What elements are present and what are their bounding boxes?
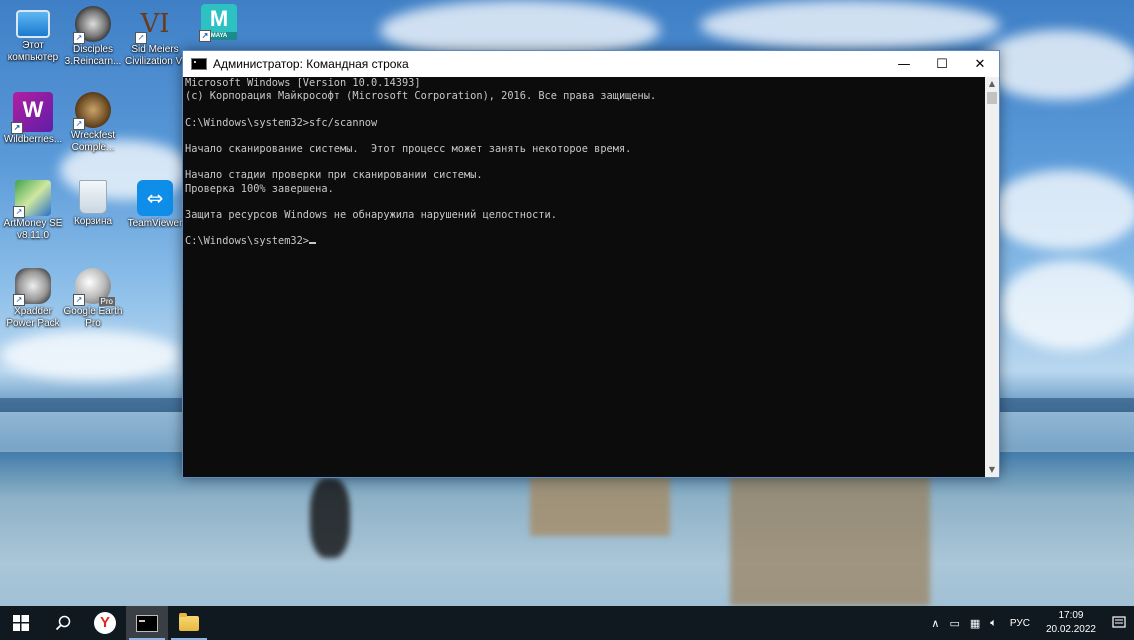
command-prompt-taskbar-button[interactable] [126,606,168,640]
artmoney-icon: ↗ [13,180,51,218]
console-output[interactable]: Microsoft Windows [Version 10.0.14393] (c… [183,77,985,477]
desktop-icon-maya[interactable]: M MAYA ↗ [186,4,252,42]
cmd-icon [136,614,158,632]
yandex-browser-button[interactable]: Y [84,606,126,640]
desktop-icon-label: Disciples 3.Reincarn... [64,44,122,67]
desktop-icon-label: Корзина [73,216,113,227]
desktop-icon-label: ArtMoney SE v8.11.0 [3,218,63,241]
desktop-icon-label: Wildberries... [3,134,63,145]
console-line: Начало сканирование системы. Этот процес… [185,142,632,155]
cmd-icon [191,58,207,70]
desktop-icon-teamviewer[interactable]: ⇔ TeamViewer [122,180,188,230]
desktop-icon-disciples[interactable]: ↗ Disciples 3.Reincarn... [60,6,126,68]
action-center-button[interactable] [1104,606,1134,640]
google-earth-pro-icon: Pro ↗ [73,268,115,306]
folder-icon [179,612,199,631]
desktop-icon-artmoney[interactable]: ↗ ArtMoney SE v8.11.0 [0,180,66,242]
window-title: Администратор: Командная строка [213,57,409,71]
console-line: Начало стадии проверки при сканировании … [185,169,483,182]
windows-logo-icon [13,615,29,631]
scroll-up-arrow-icon[interactable]: ▲ [985,77,999,91]
wildberries-icon: W ↗ [11,92,53,134]
maximize-button[interactable]: ☐ [923,51,961,77]
scroll-thumb[interactable] [987,92,997,104]
teamviewer-icon: ⇔ [137,180,173,216]
console-line: Защита ресурсов Windows не обнаружила на… [185,208,557,221]
wreckfest-game-icon: ↗ [73,92,111,130]
clock[interactable]: 17:09 20.02.2022 [1038,609,1104,637]
desktop-icon-civilization[interactable]: VI ↗ Sid Meiers Civilization VI [122,6,188,68]
console-line: C:\Windows\system32>sfc/scannow [185,116,378,129]
desktop-icon-wreckfest[interactable]: ↗ Wreckfest Comple... [60,92,126,154]
desktop-icon-xpadder[interactable]: ↗ Xpadder Power Pack [0,268,66,330]
title-bar[interactable]: Администратор: Командная строка — ☐ ✕ [183,51,999,77]
desktop-icon-label: TeamViewer [127,218,183,229]
civilization-game-icon: VI ↗ [135,6,173,44]
start-button[interactable] [0,606,42,640]
desktop-icon-google-earth[interactable]: Pro ↗ Google Earth Pro [60,268,126,330]
vertical-scrollbar[interactable]: ▲ ▼ [985,77,999,477]
console-line: Проверка 100% завершена. [185,182,334,195]
language-indicator[interactable]: РУС [1002,618,1038,629]
desktop-icon-recycle-bin[interactable]: Корзина [60,180,126,228]
chevron-up-icon[interactable]: ∧ [926,617,944,630]
console-line: (c) Корпорация Майкрософт (Microsoft Cor… [185,90,657,103]
console-line: C:\Windows\system32> [185,235,983,248]
desktop-icon-label: Wreckfest Comple... [70,130,116,153]
desktop-icon-wildberries[interactable]: W ↗ Wildberries... [0,92,66,146]
volume-icon[interactable]: 🔈︎ [985,616,1002,630]
this-pc-icon [16,10,50,38]
desktop-icon-label: Этот компьютер [7,40,59,63]
close-button[interactable]: ✕ [961,51,999,77]
command-prompt-window[interactable]: Администратор: Командная строка — ☐ ✕ Mi… [182,50,1000,478]
console-line: Microsoft Windows [Version 10.0.14393] [185,77,421,89]
file-explorer-button[interactable] [168,606,210,640]
autodesk-maya-icon: M MAYA ↗ [199,4,237,42]
desktop-icon-label: Sid Meiers Civilization VI [124,44,186,67]
clock-date: 20.02.2022 [1045,624,1096,635]
yandex-icon: Y [94,612,116,634]
notification-icon [1112,616,1126,628]
taskbar: Y ∧ ▭ ▦ 🔈︎ РУС 17:09 20.02.2022 [0,606,1134,640]
text-cursor [309,242,316,245]
system-tray: ∧ ▭ ▦ 🔈︎ РУС 17:09 20.02.2022 [926,606,1134,640]
recycle-bin-icon [79,180,107,214]
clock-time: 17:09 [1058,610,1084,621]
scroll-down-arrow-icon[interactable]: ▼ [985,463,999,477]
desktop-icon-this-pc[interactable]: Этот компьютер [0,6,66,64]
battery-icon[interactable]: ▭ [944,617,964,630]
desktop-icon-label: Xpadder Power Pack [6,306,60,329]
search-button[interactable] [42,606,84,640]
disciples-game-icon: ↗ [73,6,111,44]
search-icon [55,615,71,631]
minimize-button[interactable]: — [885,51,923,77]
desktop-icon-label: Google Earth Pro [63,306,123,329]
xpadder-gamepad-icon: ↗ [13,268,51,306]
network-icon[interactable]: ▦ [965,617,985,630]
